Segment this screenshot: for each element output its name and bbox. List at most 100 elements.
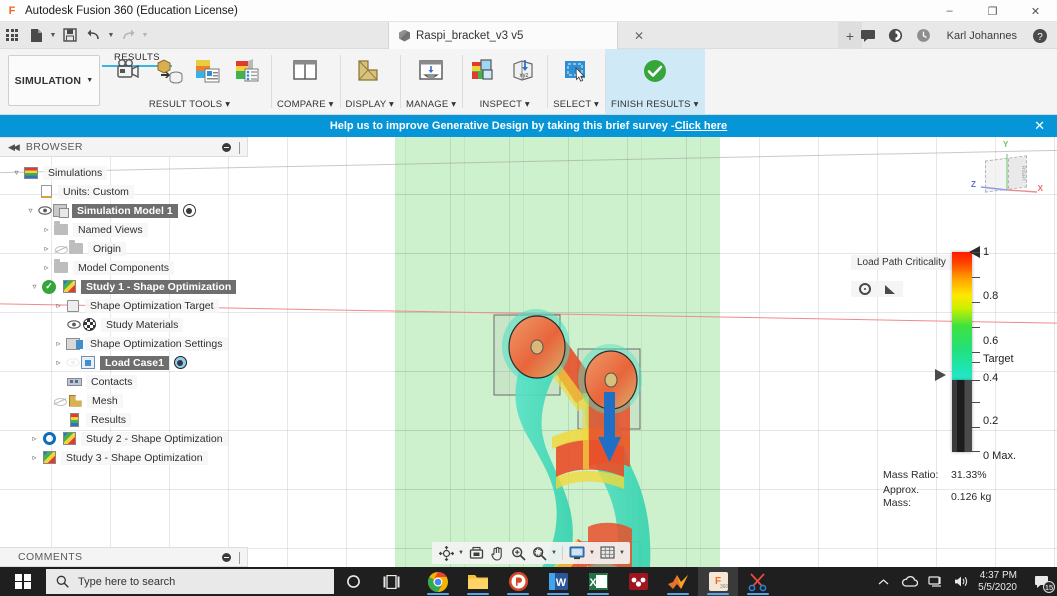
tree-node-study-3[interactable]: ▹ Study 3 - Shape Optimization <box>0 448 248 467</box>
tree-node-contacts[interactable]: Contacts <box>0 372 248 391</box>
document-tab[interactable]: Raspi_bracket_v3 v5 ✕ <box>388 22 644 49</box>
orbit-icon[interactable] <box>436 543 456 563</box>
pan-icon[interactable] <box>487 543 507 563</box>
display-settings-caret-icon[interactable]: ▼ <box>588 543 596 563</box>
gear-icon[interactable] <box>859 283 871 295</box>
panel-compare-caret-icon[interactable]: ▾ <box>329 99 334 110</box>
tree-node-model-components[interactable]: ▹ Model Components <box>0 258 248 277</box>
comments-panel[interactable]: COMMENTS <box>0 547 248 567</box>
browser-collapse-icon[interactable]: ◀◀ <box>8 142 20 153</box>
survey-banner-close[interactable]: ✕ <box>1034 115 1045 137</box>
browser-header[interactable]: ◀◀ BROWSER <box>0 137 248 157</box>
close-button[interactable]: ✕ <box>1014 0 1057 22</box>
tree-node-shape-optimization-settings[interactable]: ▹ Shape Optimization Settings <box>0 334 248 353</box>
taskbar-clock[interactable]: 4:37 PM 5/5/2020 <box>974 570 1027 594</box>
result-detail-button[interactable] <box>192 54 226 88</box>
legend-type-selector[interactable]: Load Path Criticality ▾ <box>851 255 962 270</box>
tree-node-study-materials[interactable]: Study Materials <box>0 315 248 334</box>
color-bar-threshold-marker[interactable] <box>935 369 946 381</box>
tree-node-simulations[interactable]: ▿ Simulations <box>0 163 248 182</box>
survey-banner-link[interactable]: Click here <box>675 120 728 132</box>
tree-node-units[interactable]: Units: Custom <box>0 182 248 201</box>
grid-snaps-icon[interactable] <box>597 543 617 563</box>
panel-finish-results[interactable]: FINISH RESULTS ▾ <box>605 49 705 114</box>
color-bar[interactable] <box>952 252 972 452</box>
expand-arrow-icon[interactable]: ▹ <box>52 296 65 315</box>
excel-icon[interactable]: X <box>578 567 618 596</box>
app-grid-icon[interactable] <box>0 23 24 47</box>
display-visibility-button[interactable] <box>353 54 387 88</box>
expand-arrow-icon[interactable]: ▿ <box>10 163 23 182</box>
maximize-button[interactable]: ❐ <box>971 0 1014 22</box>
comment-icon[interactable] <box>855 24 881 48</box>
file-explorer-icon[interactable] <box>458 567 498 596</box>
mendeley-icon[interactable] <box>618 567 658 596</box>
visibility-eye-icon[interactable] <box>65 353 80 372</box>
tree-node-shape-optimization-target[interactable]: ▹ Shape Optimization Target <box>0 296 248 315</box>
save-icon[interactable] <box>58 23 82 47</box>
chrome-icon[interactable] <box>418 567 458 596</box>
expand-arrow-icon[interactable]: ▹ <box>40 239 53 258</box>
result-legend-button[interactable] <box>231 54 265 88</box>
browser-minimize-icon[interactable] <box>222 143 231 152</box>
windows-start-icon[interactable] <box>0 567 46 596</box>
search-input[interactable]: Type here to search <box>46 569 334 594</box>
snip-sketch-icon[interactable] <box>738 567 778 596</box>
promote-shape-button[interactable] <box>153 54 187 88</box>
tree-node-study-2[interactable]: ▹ Study 2 - Shape Optimization <box>0 429 248 448</box>
new-document-icon[interactable] <box>24 23 48 47</box>
grid-snaps-caret-icon[interactable]: ▼ <box>618 543 626 563</box>
help-icon[interactable]: ? <box>1027 24 1053 48</box>
powerpoint-icon[interactable] <box>498 567 538 596</box>
tree-node-results[interactable]: Results <box>0 410 248 429</box>
tree-node-origin[interactable]: ▹ Origin <box>0 239 248 258</box>
document-tab-close[interactable]: ✕ <box>626 22 652 49</box>
panel-result-tools-caret-icon[interactable]: ▾ <box>225 99 230 110</box>
expand-arrow-icon[interactable]: ▿ <box>24 201 37 220</box>
expand-arrow-icon[interactable]: ▹ <box>28 448 41 467</box>
minimize-button[interactable]: – <box>928 0 971 22</box>
compare-view-button[interactable] <box>288 54 322 88</box>
tree-node-simulation-model-1[interactable]: ▿ Simulation Model 1 <box>0 201 248 220</box>
matlab-icon[interactable] <box>658 567 698 596</box>
expand-arrow-icon[interactable]: ▹ <box>52 334 65 353</box>
visibility-eye-icon[interactable] <box>37 201 52 220</box>
look-at-icon[interactable] <box>466 543 486 563</box>
visibility-hidden-icon[interactable] <box>53 239 68 258</box>
task-view-icon[interactable] <box>372 567 410 596</box>
panel-display-caret-icon[interactable]: ▾ <box>389 99 394 110</box>
inspect-section-button[interactable]: xyz <box>507 54 541 88</box>
viewport-canvas[interactable]: ◀◀ BROWSER ▿ Simulations Units: Custom ▿ <box>0 137 1057 567</box>
cortana-icon[interactable] <box>334 567 372 596</box>
tree-node-mesh[interactable]: Mesh <box>0 391 248 410</box>
expand-arrow-icon[interactable]: ▹ <box>28 429 41 448</box>
tree-node-named-views[interactable]: ▹ Named Views <box>0 220 248 239</box>
new-document-caret-icon[interactable]: ▼ <box>48 23 58 47</box>
zoom-window-icon[interactable] <box>529 543 549 563</box>
expand-arrow-icon[interactable]: ▿ <box>28 277 41 296</box>
zoom-icon[interactable] <box>508 543 528 563</box>
visibility-hidden-icon[interactable] <box>52 391 67 410</box>
animate-results-button[interactable] <box>114 54 148 88</box>
activate-radio[interactable] <box>173 356 187 369</box>
workspace-selector[interactable]: SIMULATION ▼ <box>8 55 100 106</box>
panel-inspect-caret-icon[interactable]: ▾ <box>525 99 530 110</box>
comments-resize-handle[interactable] <box>239 552 240 564</box>
browser-resize-handle[interactable] <box>239 142 240 154</box>
view-cube[interactable]: RIGHT Y X Z <box>971 140 1045 214</box>
finish-results-button[interactable] <box>638 54 672 88</box>
expand-arrow-icon[interactable]: ▹ <box>40 220 53 239</box>
fusion360-icon[interactable]: F 360 <box>698 567 738 596</box>
network-icon[interactable] <box>922 567 948 596</box>
display-settings-icon[interactable] <box>567 543 587 563</box>
orbit-caret-icon[interactable]: ▼ <box>457 543 465 563</box>
tree-node-load-case-1[interactable]: ▹ Load Case1 <box>0 353 248 372</box>
volume-icon[interactable] <box>948 567 974 596</box>
activate-radio[interactable] <box>182 204 196 217</box>
comments-minimize-icon[interactable] <box>222 553 231 562</box>
action-center-icon[interactable]: 15 <box>1027 567 1057 596</box>
expand-arrow-icon[interactable]: ▹ <box>40 258 53 277</box>
legend-triangle-icon[interactable] <box>885 284 895 294</box>
panel-select-caret-icon[interactable]: ▾ <box>594 99 599 110</box>
job-status-icon[interactable] <box>911 24 937 48</box>
